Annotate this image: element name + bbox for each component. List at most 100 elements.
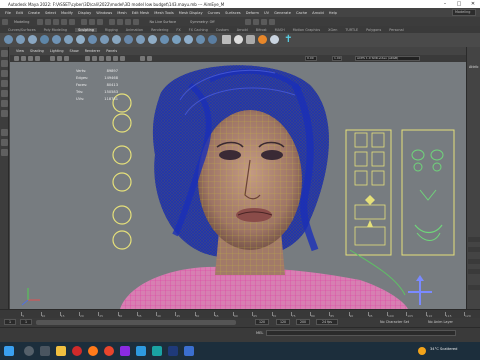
cross-icon[interactable]: ✝: [284, 35, 293, 45]
menu-display[interactable]: Display: [78, 11, 91, 15]
menu-mesh[interactable]: Mesh: [117, 11, 126, 15]
orange-sphere-icon[interactable]: [258, 35, 267, 44]
bulge-tool-icon[interactable]: [184, 35, 193, 44]
camera-select-icon[interactable]: [14, 56, 19, 61]
knife-tool-icon[interactable]: [160, 35, 169, 44]
lights-icon[interactable]: [113, 56, 118, 61]
joint-icon[interactable]: [270, 35, 279, 44]
wireframe-icon[interactable]: [85, 56, 90, 61]
panel-menu-renderer[interactable]: Renderer: [85, 49, 100, 53]
fps-select[interactable]: 24 fps: [316, 319, 338, 325]
app-icon[interactable]: [184, 346, 194, 356]
menu-uv[interactable]: UV: [264, 11, 269, 15]
shelf-tab-arnold[interactable]: Arnold: [237, 28, 248, 32]
command-input[interactable]: [266, 330, 456, 336]
wax-tool-icon[interactable]: [124, 35, 133, 44]
shadows-icon[interactable]: [120, 56, 125, 61]
ipr-render-icon[interactable]: [252, 18, 259, 25]
redo-icon[interactable]: [69, 18, 76, 25]
shelf-tab-turtle[interactable]: TURTLE: [345, 28, 358, 32]
shelf-tab-xgen[interactable]: XGen: [328, 28, 337, 32]
live-surface-label[interactable]: No Live Surface: [149, 20, 176, 24]
repeat-tool-icon[interactable]: [100, 35, 109, 44]
menu-mesh-tools[interactable]: Mesh Tools: [154, 11, 173, 15]
grab-tool-icon[interactable]: [40, 35, 49, 44]
color-space-select[interactable]: ACES 1.0 SDR-video (sRGB): [355, 56, 420, 61]
undo-icon[interactable]: [61, 18, 68, 25]
file-explorer-icon[interactable]: [56, 346, 66, 356]
open-scene-icon[interactable]: [45, 18, 52, 25]
menu-deform[interactable]: Deform: [246, 11, 259, 15]
chrome-icon[interactable]: [104, 346, 114, 356]
shelf-tab-sculpting[interactable]: Sculpting: [75, 27, 97, 32]
menu-file[interactable]: File: [5, 11, 11, 15]
film-gate-icon[interactable]: [57, 56, 62, 61]
select-tool-icon[interactable]: [1, 50, 8, 57]
freeze-tool-icon[interactable]: [208, 35, 217, 44]
bookmark-icon[interactable]: [28, 56, 33, 61]
range-slider-handle[interactable]: [36, 320, 236, 325]
shelf-tab-rendering[interactable]: Rendering: [151, 28, 168, 32]
lasso-tool-icon[interactable]: [1, 60, 8, 67]
isolate-select-icon[interactable]: [147, 56, 152, 61]
app-icon[interactable]: [120, 346, 130, 356]
cube-icon[interactable]: [222, 35, 231, 44]
attribute-editor-tab[interactable]: Attrib: [469, 65, 478, 69]
render-settings-icon[interactable]: [260, 18, 267, 25]
workspace-selector[interactable]: Modeling: [452, 9, 476, 16]
anim-layer-select[interactable]: No Anim Layer: [428, 320, 453, 324]
foamy-tool-icon[interactable]: [76, 35, 85, 44]
relax-tool-icon[interactable]: [28, 35, 37, 44]
menu-set-icon[interactable]: [2, 18, 8, 25]
world-control[interactable]: [408, 275, 432, 305]
gamma-field[interactable]: 1.00: [332, 56, 342, 61]
menu-edit-mesh[interactable]: Edit Mesh: [132, 11, 150, 15]
fill-tool-icon[interactable]: [148, 35, 157, 44]
smear-tool-icon[interactable]: [172, 35, 181, 44]
search-icon[interactable]: [24, 346, 34, 356]
shelf-tab-polygons[interactable]: Polygons: [366, 28, 381, 32]
shelf-tab-motion-graphics[interactable]: Motion Graphics: [293, 28, 321, 32]
windows-start-icon[interactable]: [4, 346, 14, 356]
exposure-field[interactable]: 0.00: [305, 56, 317, 61]
imprint-tool-icon[interactable]: [112, 35, 121, 44]
control-circle[interactable]: [112, 172, 132, 192]
outliner-layout-icon[interactable]: [1, 149, 8, 156]
save-scene-icon[interactable]: [53, 18, 60, 25]
select-hierarchy-icon[interactable]: [81, 18, 88, 25]
menu-cache[interactable]: Cache: [296, 11, 307, 15]
shelf-tab-poly-modeling[interactable]: Poly Modeling: [44, 28, 67, 32]
character-set-select[interactable]: No Character Set: [380, 320, 409, 324]
shelf-tab-custom[interactable]: Custom: [216, 28, 229, 32]
sculpt-tool-icon[interactable]: [4, 35, 13, 44]
control-circle[interactable]: [112, 230, 132, 250]
start-time-field[interactable]: 1: [4, 319, 16, 325]
close-button[interactable]: ✕: [466, 0, 480, 8]
animation-end-field[interactable]: 200: [296, 319, 310, 325]
shelf-tab-curves-surfaces[interactable]: Curves/Surfaces: [8, 28, 36, 32]
shelf-tab-mash[interactable]: MASH: [275, 28, 285, 32]
amplify-tool-icon[interactable]: [196, 35, 205, 44]
snap-curve-icon[interactable]: [117, 18, 124, 25]
maximize-button[interactable]: □: [452, 0, 466, 8]
menu-select[interactable]: Select: [45, 11, 56, 15]
playback-start-field[interactable]: 1: [20, 319, 32, 325]
spray-tool-icon[interactable]: [88, 35, 97, 44]
menu-edit[interactable]: Edit: [16, 11, 23, 15]
smooth-shade-icon[interactable]: [92, 56, 97, 61]
app-icon[interactable]: [136, 346, 146, 356]
playback-end-field[interactable]: 120: [255, 319, 269, 325]
shelf-tab-fx[interactable]: FX: [176, 28, 180, 32]
facial-control-board[interactable]: [345, 129, 455, 256]
shelf-tab-bifrost[interactable]: Bifrost: [256, 28, 267, 32]
menu-windows[interactable]: Windows: [96, 11, 112, 15]
symmetry-label[interactable]: Symmetry: Off: [190, 20, 215, 24]
shelf-tab-animation[interactable]: Animation: [126, 28, 143, 32]
pinch-tool-icon[interactable]: [52, 35, 61, 44]
panel-menu-show[interactable]: Show: [70, 49, 79, 53]
single-perspective-layout-icon[interactable]: [1, 129, 8, 136]
stamp-icon[interactable]: [246, 35, 255, 44]
sphere-icon[interactable]: [234, 35, 243, 44]
minimize-button[interactable]: –: [438, 0, 452, 8]
image-plane-icon[interactable]: [35, 56, 40, 61]
